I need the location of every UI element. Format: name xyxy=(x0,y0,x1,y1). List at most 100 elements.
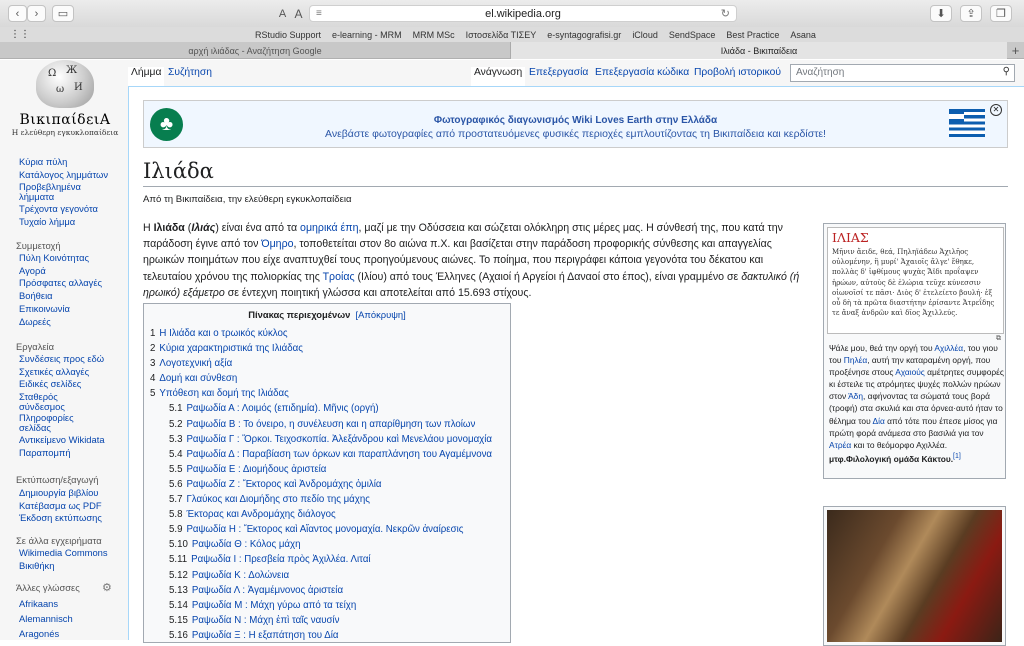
toc-link[interactable]: Κύρια χαρακτηριστικά της Ιλιάδας xyxy=(159,343,302,354)
tab-talk[interactable]: Συζήτηση xyxy=(165,67,215,86)
reference-link[interactable]: [1] xyxy=(953,453,961,460)
banner-text[interactable]: Ανεβάστε φωτογραφίες από προστατευόμενες… xyxy=(144,128,1007,140)
browser-tab-active[interactable]: Ιλιάδα - Βικιπαίδεια xyxy=(511,42,1007,59)
greek-text-image[interactable]: ΙΛΙΑΣ Μῆνιν ἄειδε, θεά, Πηληϊάδεω Ἀχιλῆο… xyxy=(827,227,1004,334)
search-input[interactable]: Αναζήτηση ⚲ xyxy=(790,64,1015,82)
toc-item[interactable]: 5.3 Ραψωδία Γ : Ὅρκοι. Τειχοσκοπία. Ἀλεξά… xyxy=(144,432,510,447)
gear-icon[interactable]: ⚙ xyxy=(102,581,112,594)
toc-item[interactable]: 4 Δομή και σύνθεση xyxy=(144,371,510,386)
nav-link[interactable]: Αντικείμενο Wikidata xyxy=(19,434,114,447)
tab-read[interactable]: Ανάγνωση xyxy=(471,67,526,86)
grid-icon[interactable]: ⋮⋮ xyxy=(10,29,30,40)
toc-link[interactable]: Ραψωδία Ι : Πρεσβεία πρὸς Ἀχιλλέα. Λιταί xyxy=(191,554,370,565)
toc-link[interactable]: Γλαύκος και Διομήδης στο πεδίο της μάχης xyxy=(186,494,369,505)
search-icon[interactable]: ⚲ xyxy=(1003,66,1010,77)
address-bar[interactable]: ≡ el.wikipedia.org ↻ xyxy=(309,5,737,22)
back-button[interactable]: ‹ xyxy=(8,5,27,22)
favorite-link[interactable]: iCloud xyxy=(632,30,658,40)
toc-item[interactable]: 5.12 Ραψωδία Κ : Δολώνεια xyxy=(144,568,510,583)
banner-title[interactable]: Φωτογραφικός διαγωνισμός Wiki Loves Eart… xyxy=(144,115,1007,126)
favorite-link[interactable]: e-learning - MRM xyxy=(332,30,402,40)
link[interactable]: Αχιλλέα xyxy=(934,343,963,353)
nav-link[interactable]: Πρόσφατες αλλαγές xyxy=(19,277,102,290)
toc-link[interactable]: Ραψωδία Ξ : Η εξαπάτηση του Δία xyxy=(192,630,339,641)
toc-item[interactable]: 5.16 Ραψωδία Ξ : Η εξαπάτηση του Δία xyxy=(144,628,510,643)
link[interactable]: Ατρέα xyxy=(829,440,851,450)
link[interactable]: Αχαιούς xyxy=(895,367,925,377)
toc-link[interactable]: Ραψωδία Δ : Παραβίαση των όρκων και παρα… xyxy=(186,449,492,460)
toc-item[interactable]: 5.10 Ραψωδία Θ : Κόλος μάχη xyxy=(144,537,510,552)
nav-link[interactable]: Σταθερός σύνδεσμος xyxy=(19,392,79,412)
nav-link[interactable]: Αγορά xyxy=(19,265,102,278)
painting-image[interactable] xyxy=(823,506,1006,646)
toc-link[interactable]: Ραψωδία Ζ : Ἕκτορος καὶ Ἀνδρομάχης ὁμιλί… xyxy=(186,479,381,490)
toc-link[interactable]: Ραψωδία Λ : Ἀγαμέμνονος ἀριστεία xyxy=(192,585,343,596)
tabs-overview-button[interactable]: ❐ xyxy=(990,5,1012,22)
toc-item[interactable]: 5.13 Ραψωδία Λ : Ἀγαμέμνονος ἀριστεία xyxy=(144,583,510,598)
favorite-link[interactable]: e-syntagografisi.gr xyxy=(547,30,621,40)
toc-item[interactable]: 1Η Ιλιάδα και ο τρωικός κύκλος xyxy=(144,326,510,341)
toc-link[interactable]: Δομή και σύνθεση xyxy=(159,373,237,384)
browser-tab[interactable]: αρχή ιλιάδας - Αναζήτηση Google xyxy=(0,42,511,59)
link[interactable]: Πηλέα xyxy=(844,355,867,365)
toc-item[interactable]: 5.4 Ραψωδία Δ : Παραβίαση των όρκων και π… xyxy=(144,447,510,462)
nav-link[interactable]: Σχετικές αλλαγές xyxy=(19,366,114,379)
nav-link[interactable]: Afrikaans xyxy=(19,596,73,611)
nav-link[interactable]: Κατάλογος λημμάτων xyxy=(19,169,108,182)
toc-link[interactable]: Ραψωδία Γ : Ὅρκοι. Τειχοσκοπία. Ἀλεξάνδρ… xyxy=(186,434,492,445)
downloads-button[interactable]: ⬇ xyxy=(930,5,952,22)
toc-link[interactable]: Ραψωδία Β : Το όνειρο, η συνέλευση και η… xyxy=(186,419,475,430)
toc-item[interactable]: 5.5 Ραψωδία Ε : Διομήδους ἀριστεία xyxy=(144,462,510,477)
tab-edit-code[interactable]: Επεξεργασία κώδικα xyxy=(592,67,692,86)
favorite-link[interactable]: MRM MSc xyxy=(413,30,455,40)
favorite-link[interactable]: Asana xyxy=(790,30,816,40)
toc-link[interactable]: Ραψωδία Η : Ἕκτορος καὶ Αἴαντος μονομαχί… xyxy=(186,524,463,535)
nav-link[interactable]: Τυχαίο λήμμα xyxy=(19,216,108,229)
nav-link[interactable]: Ειδικές σελίδες xyxy=(19,378,114,391)
favorite-link[interactable]: RStudio Support xyxy=(255,30,321,40)
nav-link[interactable]: Βοήθεια xyxy=(19,290,102,303)
toc-item[interactable]: 5.9 Ραψωδία Η : Ἕκτορος καὶ Αἴαντος μονομ… xyxy=(144,522,510,537)
nav-link[interactable]: Πληροφορίες σελίδας xyxy=(19,413,84,433)
nav-link[interactable]: Παραπομπή xyxy=(19,447,114,460)
toc-item[interactable]: 5.11 Ραψωδία Ι : Πρεσβεία πρὸς Ἀχιλλέα. Λ… xyxy=(144,552,510,567)
toc-link[interactable]: Ραψωδία Α : Λοιμός (επιδημία). Μῆνις (ορ… xyxy=(186,403,378,414)
nav-link[interactable]: Wikimedia Commons xyxy=(19,547,108,560)
nav-link[interactable]: Συνδέσεις προς εδώ xyxy=(19,353,114,366)
toc-item[interactable]: 5.2 Ραψωδία Β : Το όνειρο, η συνέλευση κα… xyxy=(144,417,510,432)
sidebar-toggle-button[interactable]: ▭ xyxy=(52,5,74,22)
nav-link[interactable]: Πύλη Κοινότητας xyxy=(19,252,102,265)
toc-item[interactable]: 5.15 Ραψωδία Ν : Μάχη ἐπὶ ταῖς ναυσίν xyxy=(144,613,510,628)
reader-large-a-button[interactable]: A xyxy=(291,5,306,22)
toc-hide-link[interactable]: [Απόκρυψη] xyxy=(356,309,406,320)
toc-link[interactable]: Ραψωδία Ε : Διομήδους ἀριστεία xyxy=(186,464,326,475)
link[interactable]: Τροίας xyxy=(323,271,355,283)
toc-link[interactable]: Ραψωδία Μ : Μάχη γύρω από τα τείχη xyxy=(192,600,356,611)
toc-item[interactable]: 3 Λογοτεχνική αξία xyxy=(144,356,510,371)
nav-link[interactable]: Δωρεές xyxy=(19,316,102,329)
toc-item[interactable]: 5.14 Ραψωδία Μ : Μάχη γύρω από τα τείχη xyxy=(144,598,510,613)
link[interactable]: ομηρικά έπη xyxy=(300,222,358,234)
toc-item[interactable]: 2 Κύρια χαρακτηριστικά της Ιλιάδας xyxy=(144,341,510,356)
favorite-link[interactable]: SendSpace xyxy=(669,30,716,40)
toc-item[interactable]: 5.6 Ραψωδία Ζ : Ἕκτορος καὶ Ἀνδρομάχης ὁμ… xyxy=(144,477,510,492)
toc-item[interactable]: 5.8 Έκτορας και Ανδρομάχης διάλογος xyxy=(144,507,510,522)
tab-edit[interactable]: Επεξεργασία xyxy=(526,67,591,86)
favorite-link[interactable]: Best Practice xyxy=(726,30,779,40)
toc-link[interactable]: Λογοτεχνική αξία xyxy=(159,358,232,369)
toc-link[interactable]: Έκτορας και Ανδρομάχης διάλογος xyxy=(186,509,335,520)
nav-link[interactable]: Τρέχοντα γεγονότα xyxy=(19,203,108,216)
nav-link[interactable]: Δημιουργία βιβλίου xyxy=(19,487,102,500)
toc-link[interactable]: Η Ιλιάδα και ο τρωικός κύκλος xyxy=(159,328,287,339)
close-icon[interactable]: ✕ xyxy=(990,104,1002,116)
nav-link[interactable]: Alemannisch xyxy=(19,611,73,626)
link[interactable]: Όμηρο xyxy=(261,238,293,250)
toc-item[interactable]: 5.1 Ραψωδία Α : Λοιμός (επιδημία). Μῆνις … xyxy=(144,401,510,416)
nav-link[interactable]: Επικοινωνία xyxy=(19,303,102,316)
toc-item[interactable]: 5 Υπόθεση και δομή της Ιλιάδας xyxy=(144,386,510,401)
nav-link[interactable]: Έκδοση εκτύπωσης xyxy=(19,512,102,525)
toc-item[interactable]: 5.7 Γλαύκος και Διομήδης στο πεδίο της μά… xyxy=(144,492,510,507)
link[interactable]: Άδη xyxy=(848,391,863,401)
toc-link[interactable]: Ραψωδία Θ : Κόλος μάχη xyxy=(192,539,301,550)
wikipedia-logo[interactable]: ΩЖωИ ΒικιπαίδειΑ Η ελεύθερη εγκυκλοπαίδε… xyxy=(10,60,120,140)
